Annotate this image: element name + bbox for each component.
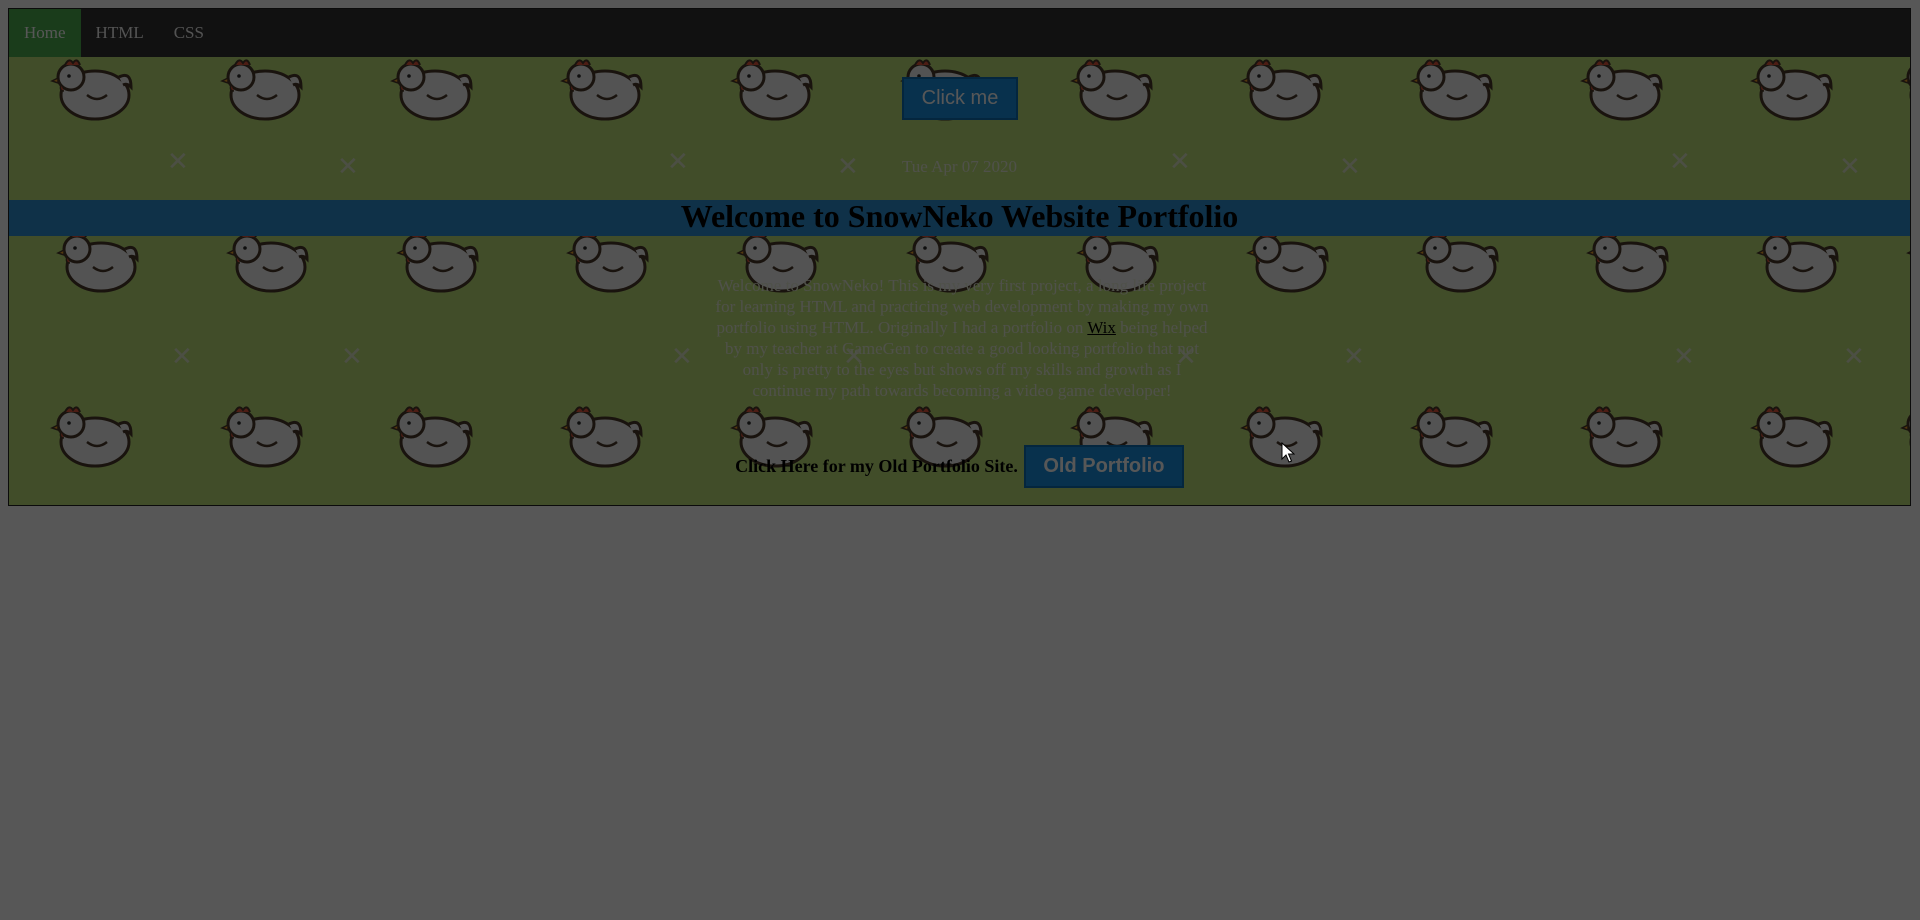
sparkle-icon: ✕ bbox=[1843, 342, 1865, 372]
chicken-icon bbox=[729, 47, 821, 123]
old-portfolio-row: Click Here for my Old Portfolio Site. Ol… bbox=[9, 445, 1910, 488]
sparkle-icon: ✕ bbox=[341, 342, 363, 372]
chicken-icon bbox=[1069, 47, 1161, 123]
chicken-icon bbox=[389, 47, 481, 123]
date-text: Tue Apr 07 2020 bbox=[901, 157, 1018, 176]
chicken-icon bbox=[1749, 47, 1841, 123]
chicken-icon bbox=[1409, 47, 1501, 123]
chicken-icon bbox=[1239, 47, 1331, 123]
page-frame: ✕ ✕ ✕ ✕ ✕ ✕ ✕ ✕ ✕ ✕ ✕ ✕ ✕ ✕ ✕ ✕ Home HTML CSS Click me … bbox=[8, 8, 1911, 506]
chicken-icon bbox=[219, 47, 311, 123]
chicken-icon bbox=[49, 47, 141, 123]
sparkle-icon: ✕ bbox=[1343, 342, 1365, 372]
chicken-icon bbox=[1579, 47, 1671, 123]
click-me-button[interactable]: Click me bbox=[902, 77, 1018, 120]
chicken-icon bbox=[1899, 47, 1910, 123]
old-portfolio-label: Click Here for my Old Portfolio Site. bbox=[735, 456, 1018, 476]
sparkle-icon: ✕ bbox=[1673, 342, 1695, 372]
nav-item-css[interactable]: CSS bbox=[159, 9, 219, 57]
wix-link[interactable]: Wix bbox=[1087, 318, 1116, 337]
sparkle-icon: ✕ bbox=[171, 342, 193, 372]
intro-paragraph: Welcome to SnowNeko! This is my very fir… bbox=[712, 275, 1212, 401]
chicken-icon bbox=[559, 47, 651, 123]
mouse-cursor-icon bbox=[1281, 442, 1295, 463]
nav-item-home[interactable]: Home bbox=[9, 9, 81, 57]
page-title: Welcome to SnowNeko Website Portfolio bbox=[680, 198, 1239, 234]
nav-item-html[interactable]: HTML bbox=[81, 9, 159, 57]
sparkle-icon: ✕ bbox=[671, 342, 693, 372]
top-navbar: Home HTML CSS bbox=[9, 9, 1910, 57]
old-portfolio-button[interactable]: Old Portfolio bbox=[1023, 445, 1184, 488]
